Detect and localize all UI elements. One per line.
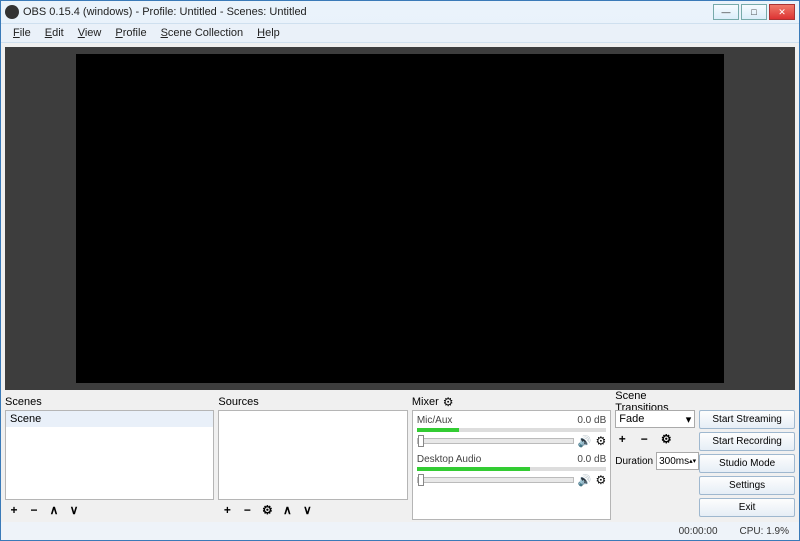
controls-panel: Start Streaming Start Recording Studio M… xyxy=(699,394,795,520)
mixer-label: Mixer xyxy=(412,396,439,408)
status-time: 00:00:00 xyxy=(679,526,718,537)
transition-selected: Fade xyxy=(619,413,644,425)
app-icon xyxy=(5,5,19,19)
status-cpu: CPU: 1.9% xyxy=(740,526,789,537)
content-area: Scenes Scene + − ∧ ∨ Sources + − ⚙ xyxy=(1,43,799,540)
source-down-button[interactable]: ∨ xyxy=(300,503,314,517)
scene-item[interactable]: Scene xyxy=(6,411,213,427)
track-db: 0.0 dB xyxy=(577,415,606,426)
settings-button[interactable]: Settings xyxy=(699,476,795,495)
scenes-toolbar: + − ∧ ∨ xyxy=(5,500,214,520)
lower-panels: Scenes Scene + − ∧ ∨ Sources + − ⚙ xyxy=(1,394,799,522)
transition-select[interactable]: Fade ▾ xyxy=(615,410,695,428)
preview-area xyxy=(5,47,795,390)
volume-slider[interactable] xyxy=(417,438,574,444)
remove-source-button[interactable]: − xyxy=(240,503,254,517)
mixer-box: Mic/Aux 0.0 dB 🔊 ⚙ Desktop Audio xyxy=(412,410,611,520)
menu-file[interactable]: File xyxy=(7,25,37,41)
sources-list[interactable] xyxy=(218,410,407,500)
track-name: Mic/Aux xyxy=(417,415,453,426)
menu-profile[interactable]: Profile xyxy=(109,25,152,41)
exit-button[interactable]: Exit xyxy=(699,498,795,517)
preview-canvas[interactable] xyxy=(76,54,724,383)
scene-up-button[interactable]: ∧ xyxy=(47,503,61,517)
add-scene-button[interactable]: + xyxy=(7,503,21,517)
statusbar: 00:00:00 CPU: 1.9% xyxy=(1,522,799,540)
start-streaming-button[interactable]: Start Streaming xyxy=(699,410,795,429)
track-db: 0.0 dB xyxy=(577,454,606,465)
menubar: File Edit View Profile Scene Collection … xyxy=(1,23,799,43)
scenes-panel: Scenes Scene + − ∧ ∨ xyxy=(5,394,214,520)
mixer-panel: Mixer ⚙ Mic/Aux 0.0 dB 🔊 ⚙ xyxy=(412,394,611,520)
level-meter xyxy=(417,467,606,471)
menu-edit[interactable]: Edit xyxy=(39,25,70,41)
duration-input[interactable]: 300ms ▴▾ xyxy=(656,452,699,470)
transition-properties-button[interactable]: ⚙ xyxy=(659,432,673,446)
transitions-panel: Scene Transitions Fade ▾ + − ⚙ Duration … xyxy=(615,394,695,520)
sources-toolbar: + − ⚙ ∧ ∨ xyxy=(218,500,407,520)
titlebar: OBS 0.15.4 (windows) - Profile: Untitled… xyxy=(1,1,799,23)
volume-slider[interactable] xyxy=(417,477,574,483)
menu-view[interactable]: View xyxy=(72,25,108,41)
start-recording-button[interactable]: Start Recording xyxy=(699,432,795,451)
maximize-button[interactable]: □ xyxy=(741,4,767,20)
track-gear-icon[interactable]: ⚙ xyxy=(596,434,607,448)
app-window: OBS 0.15.4 (windows) - Profile: Untitled… xyxy=(0,0,800,541)
remove-transition-button[interactable]: − xyxy=(637,432,651,446)
add-source-button[interactable]: + xyxy=(220,503,234,517)
spin-icon: ▴▾ xyxy=(689,458,696,465)
track-name: Desktop Audio xyxy=(417,454,482,465)
window-buttons: — □ ✕ xyxy=(713,4,795,20)
menu-scene-collection[interactable]: Scene Collection xyxy=(155,25,250,41)
close-button[interactable]: ✕ xyxy=(769,4,795,20)
mixer-track-micaux: Mic/Aux 0.0 dB 🔊 ⚙ xyxy=(417,415,606,448)
source-properties-button[interactable]: ⚙ xyxy=(260,503,274,517)
window-title: OBS 0.15.4 (windows) - Profile: Untitled… xyxy=(23,6,713,18)
minimize-button[interactable]: — xyxy=(713,4,739,20)
sources-panel: Sources + − ⚙ ∧ ∨ xyxy=(218,394,407,520)
level-meter xyxy=(417,428,606,432)
studio-mode-button[interactable]: Studio Mode xyxy=(699,454,795,473)
scenes-label: Scenes xyxy=(5,396,42,408)
track-gear-icon[interactable]: ⚙ xyxy=(596,473,607,487)
sources-label: Sources xyxy=(218,396,258,408)
scene-down-button[interactable]: ∨ xyxy=(67,503,81,517)
mixer-settings-icon[interactable]: ⚙ xyxy=(443,395,454,409)
duration-value: 300ms xyxy=(659,456,689,467)
scenes-list[interactable]: Scene xyxy=(5,410,214,500)
remove-scene-button[interactable]: − xyxy=(27,503,41,517)
menu-help[interactable]: Help xyxy=(251,25,286,41)
speaker-icon[interactable]: 🔊 xyxy=(578,435,592,448)
chevron-down-icon: ▾ xyxy=(686,413,692,426)
add-transition-button[interactable]: + xyxy=(615,432,629,446)
speaker-icon[interactable]: 🔊 xyxy=(578,474,592,487)
mixer-track-desktop: Desktop Audio 0.0 dB 🔊 ⚙ xyxy=(417,454,606,487)
duration-label: Duration xyxy=(615,456,653,467)
source-up-button[interactable]: ∧ xyxy=(280,503,294,517)
